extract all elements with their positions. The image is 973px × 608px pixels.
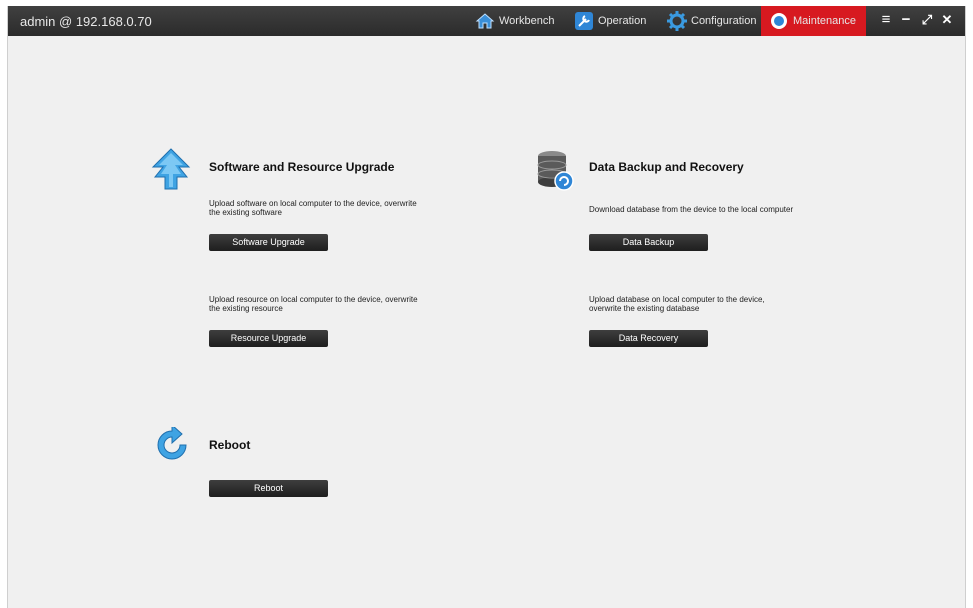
resource-desc-line-2: the existing resource (209, 304, 283, 313)
tab-maintenance-label: Maintenance (793, 15, 856, 27)
reboot-section-title: Reboot (209, 438, 251, 452)
wrench-icon (574, 11, 594, 31)
software-desc-line-2: the existing software (209, 208, 282, 217)
tab-operation-label: Operation (598, 15, 647, 27)
tab-maintenance[interactable]: Maintenance (761, 6, 866, 36)
resource-upgrade-button[interactable]: Resource Upgrade (209, 330, 328, 347)
upgrade-arrow-icon (151, 147, 191, 196)
minimize-icon[interactable]: − (897, 10, 915, 30)
recovery-desc-line-2: overwrite the existing database (589, 304, 700, 313)
resource-desc-line-1: Upload resource on local computer to the… (209, 295, 418, 304)
data-recovery-button[interactable]: Data Recovery (589, 330, 708, 347)
reboot-button[interactable]: Reboot (209, 480, 328, 497)
upgrade-section-title: Software and Resource Upgrade (209, 160, 395, 174)
database-icon (535, 148, 575, 197)
resource-upgrade-description: Upload resource on local computer to the… (209, 295, 418, 313)
menu-icon[interactable]: ≡ (877, 10, 895, 30)
gear-icon (667, 11, 687, 31)
recovery-desc-line-1: Upload database on local computer to the… (589, 295, 765, 304)
data-recovery-description: Upload database on local computer to the… (589, 295, 765, 313)
maintenance-icon (769, 11, 789, 31)
home-icon (475, 11, 495, 31)
tab-configuration[interactable]: Configuration (667, 6, 756, 36)
software-desc-line-1: Upload software on local computer to the… (209, 199, 417, 208)
software-upgrade-description: Upload software on local computer to the… (209, 199, 417, 217)
reboot-icon (153, 423, 191, 468)
tab-workbench[interactable]: Workbench (475, 6, 554, 36)
tab-configuration-label: Configuration (691, 15, 757, 27)
close-icon[interactable]: ✕ (938, 10, 956, 30)
title-bar: admin @ 192.168.0.70 Workbench Operation… (8, 6, 965, 36)
backup-desc-line-1: Download database from the device to the… (589, 205, 794, 214)
data-backup-description: Download database from the device to the… (589, 205, 793, 214)
software-upgrade-button[interactable]: Software Upgrade (209, 234, 328, 251)
main-window: admin @ 192.168.0.70 Workbench Operation… (7, 6, 966, 608)
window-title: admin @ 192.168.0.70 (20, 14, 152, 29)
tab-workbench-label: Workbench (499, 15, 555, 27)
tab-operation[interactable]: Operation (574, 6, 646, 36)
maximize-icon[interactable]: ⤢ (918, 10, 936, 30)
backup-section-title: Data Backup and Recovery (589, 160, 744, 174)
data-backup-button[interactable]: Data Backup (589, 234, 708, 251)
